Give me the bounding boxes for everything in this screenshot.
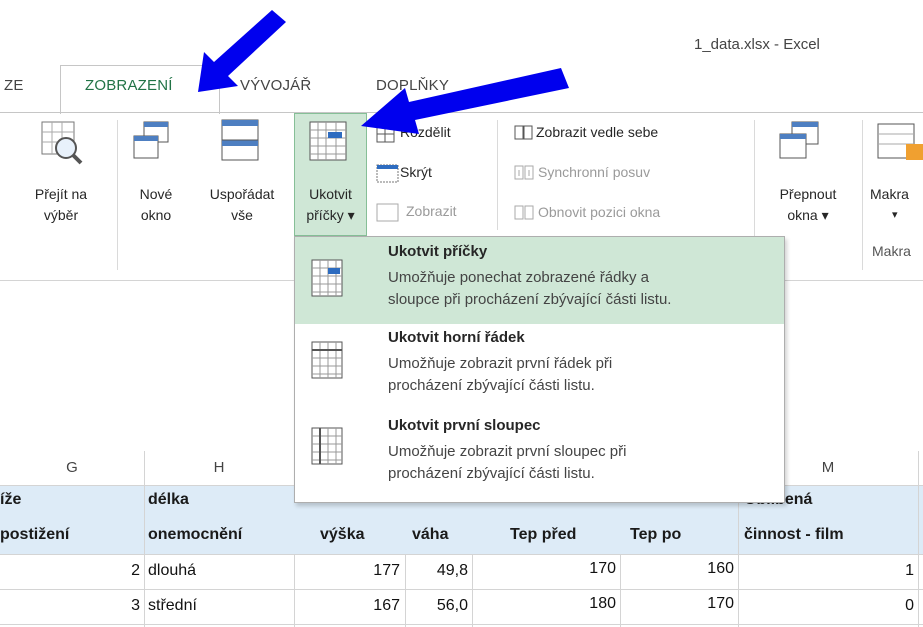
cell-hr-after-row1[interactable]: 160: [650, 560, 734, 578]
grid-line: [405, 554, 406, 627]
grid-line: [918, 451, 919, 627]
header-favorite-line2: činnost - film: [744, 526, 844, 543]
group-separator: [117, 120, 118, 270]
menu-item-freeze-top-row[interactable]: Ukotvit horní řádek Umožňuje zobrazit pr…: [295, 325, 784, 412]
grid-line: [472, 554, 473, 627]
new-window-label-2: okno: [140, 207, 172, 223]
switch-windows-icon: [778, 120, 822, 164]
reset-position-icon: [514, 204, 536, 222]
cell-hr-before-row1[interactable]: 170: [540, 560, 616, 578]
grid-line: [0, 554, 923, 555]
tab-view-partial[interactable]: ZE: [4, 77, 24, 94]
cell-height-row2[interactable]: 167: [330, 597, 400, 615]
grid-line: [0, 624, 923, 625]
header-g-line2: postižení: [0, 526, 70, 543]
menu-item-title: Ukotvit horní řádek: [388, 329, 525, 346]
freeze-panes-icon: [308, 120, 352, 164]
synchronous-scrolling-button[interactable]: Synchronní posuv: [538, 164, 650, 180]
header-hr-after: Tep po: [630, 526, 682, 543]
menu-item-freeze-first-column[interactable]: Ukotvit první sloupec Umožňuje zobrazit …: [295, 413, 784, 500]
unhide-window-icon: [376, 203, 400, 223]
cell-hr-before-row2[interactable]: 180: [540, 595, 616, 613]
column-header-g[interactable]: G: [0, 451, 144, 486]
macros-label-1: Makra: [870, 186, 909, 202]
menu-item-title: Ukotvit první sloupec: [388, 417, 541, 434]
menu-item-desc-line2: sloupce při procházení zbývající části l…: [388, 291, 672, 308]
menu-item-desc-line2: procházení zbývající části listu.: [388, 465, 595, 482]
goto-selection-button[interactable]: Přejít na výběr: [14, 184, 108, 226]
switch-windows-label-2: okna ▾: [787, 207, 829, 223]
new-window-icon: [132, 120, 172, 162]
header-hr-before: Tep před: [510, 526, 577, 543]
cell-favorite-row1[interactable]: 1: [860, 562, 914, 580]
grid-line: [0, 589, 923, 590]
grid-line: [620, 554, 621, 627]
goto-selection-label-2: výběr: [43, 207, 79, 223]
menu-item-desc-line1: Umožňuje zobrazit první řádek při: [388, 355, 613, 372]
column-header-h[interactable]: H: [144, 451, 294, 486]
group-separator: [862, 120, 863, 270]
switch-windows-button[interactable]: Přepnout okna ▾: [762, 184, 854, 226]
header-weight: váha: [412, 526, 449, 543]
macros-dropdown-caret: ▾: [892, 209, 898, 221]
zoom-to-selection-icon: [40, 120, 84, 166]
menu-item-title: Ukotvit příčky: [388, 243, 488, 260]
menu-item-freeze-panes[interactable]: Ukotvit příčky Umožňuje ponechat zobraze…: [295, 237, 784, 324]
annotation-arrow: [361, 68, 569, 134]
freeze-panes-button[interactable]: Ukotvit příčky ▾: [294, 184, 367, 226]
tab-view[interactable]: ZOBRAZENÍ: [85, 77, 173, 94]
goto-selection-label-1: Přejít na: [34, 186, 88, 202]
cell-hr-after-row2[interactable]: 170: [650, 595, 734, 613]
arrange-all-button[interactable]: Uspořádat vše: [196, 184, 288, 226]
cell-h-row1[interactable]: dlouhá: [148, 562, 196, 580]
hide-window-icon: [376, 164, 400, 184]
macros-group-label: Makra: [872, 243, 911, 259]
new-window-label-1: Nové: [139, 186, 173, 202]
sync-scroll-icon: [514, 164, 536, 182]
arrange-all-label-1: Uspořádat: [209, 186, 275, 202]
cell-h-row2[interactable]: střední: [148, 597, 197, 615]
header-g-line1: íže: [0, 491, 22, 508]
hide-window-button[interactable]: Skrýt: [400, 164, 432, 180]
header-h-line2: onemocnění: [148, 526, 243, 543]
reset-window-position-button[interactable]: Obnovit pozici okna: [538, 204, 660, 220]
cell-g-row1[interactable]: 2: [100, 562, 140, 580]
menu-item-desc-line1: Umožňuje ponechat zobrazené řádky a: [388, 269, 649, 286]
grid-line: [294, 554, 295, 627]
freeze-top-row-icon: [311, 341, 345, 386]
arrange-all-label-2: vše: [231, 207, 253, 223]
switch-windows-label-1: Přepnout: [779, 186, 837, 202]
macros-icon: [876, 120, 923, 164]
freeze-panes-menu: Ukotvit příčky Umožňuje ponechat zobraze…: [294, 236, 785, 503]
unhide-window-button[interactable]: Zobrazit: [406, 203, 457, 219]
freeze-panes-label-2: příčky ▾: [306, 207, 355, 223]
cell-favorite-row2[interactable]: 0: [860, 597, 914, 615]
menu-item-desc-line1: Umožňuje zobrazit první sloupec při: [388, 443, 627, 460]
freeze-panes-menu-icon: [311, 259, 345, 304]
cell-weight-row1[interactable]: 49,8: [410, 562, 468, 580]
macros-button[interactable]: Makra ▾: [870, 184, 923, 226]
cell-g-row2[interactable]: 3: [100, 597, 140, 615]
new-window-button[interactable]: Nové okno: [126, 184, 186, 226]
cell-height-row1[interactable]: 177: [330, 562, 400, 580]
window-title: 1_data.xlsx - Excel: [694, 36, 820, 53]
grid-line: [144, 451, 145, 627]
menu-item-desc-line2: procházení zbývající části listu.: [388, 377, 595, 394]
freeze-first-column-icon: [311, 427, 345, 472]
freeze-panes-label-1: Ukotvit: [309, 186, 352, 202]
header-h-line1: délka: [148, 491, 189, 508]
cell-weight-row2[interactable]: 56,0: [410, 597, 468, 615]
annotation-arrow: [198, 10, 286, 92]
arrange-all-icon: [220, 118, 262, 162]
header-height: výška: [320, 526, 365, 543]
